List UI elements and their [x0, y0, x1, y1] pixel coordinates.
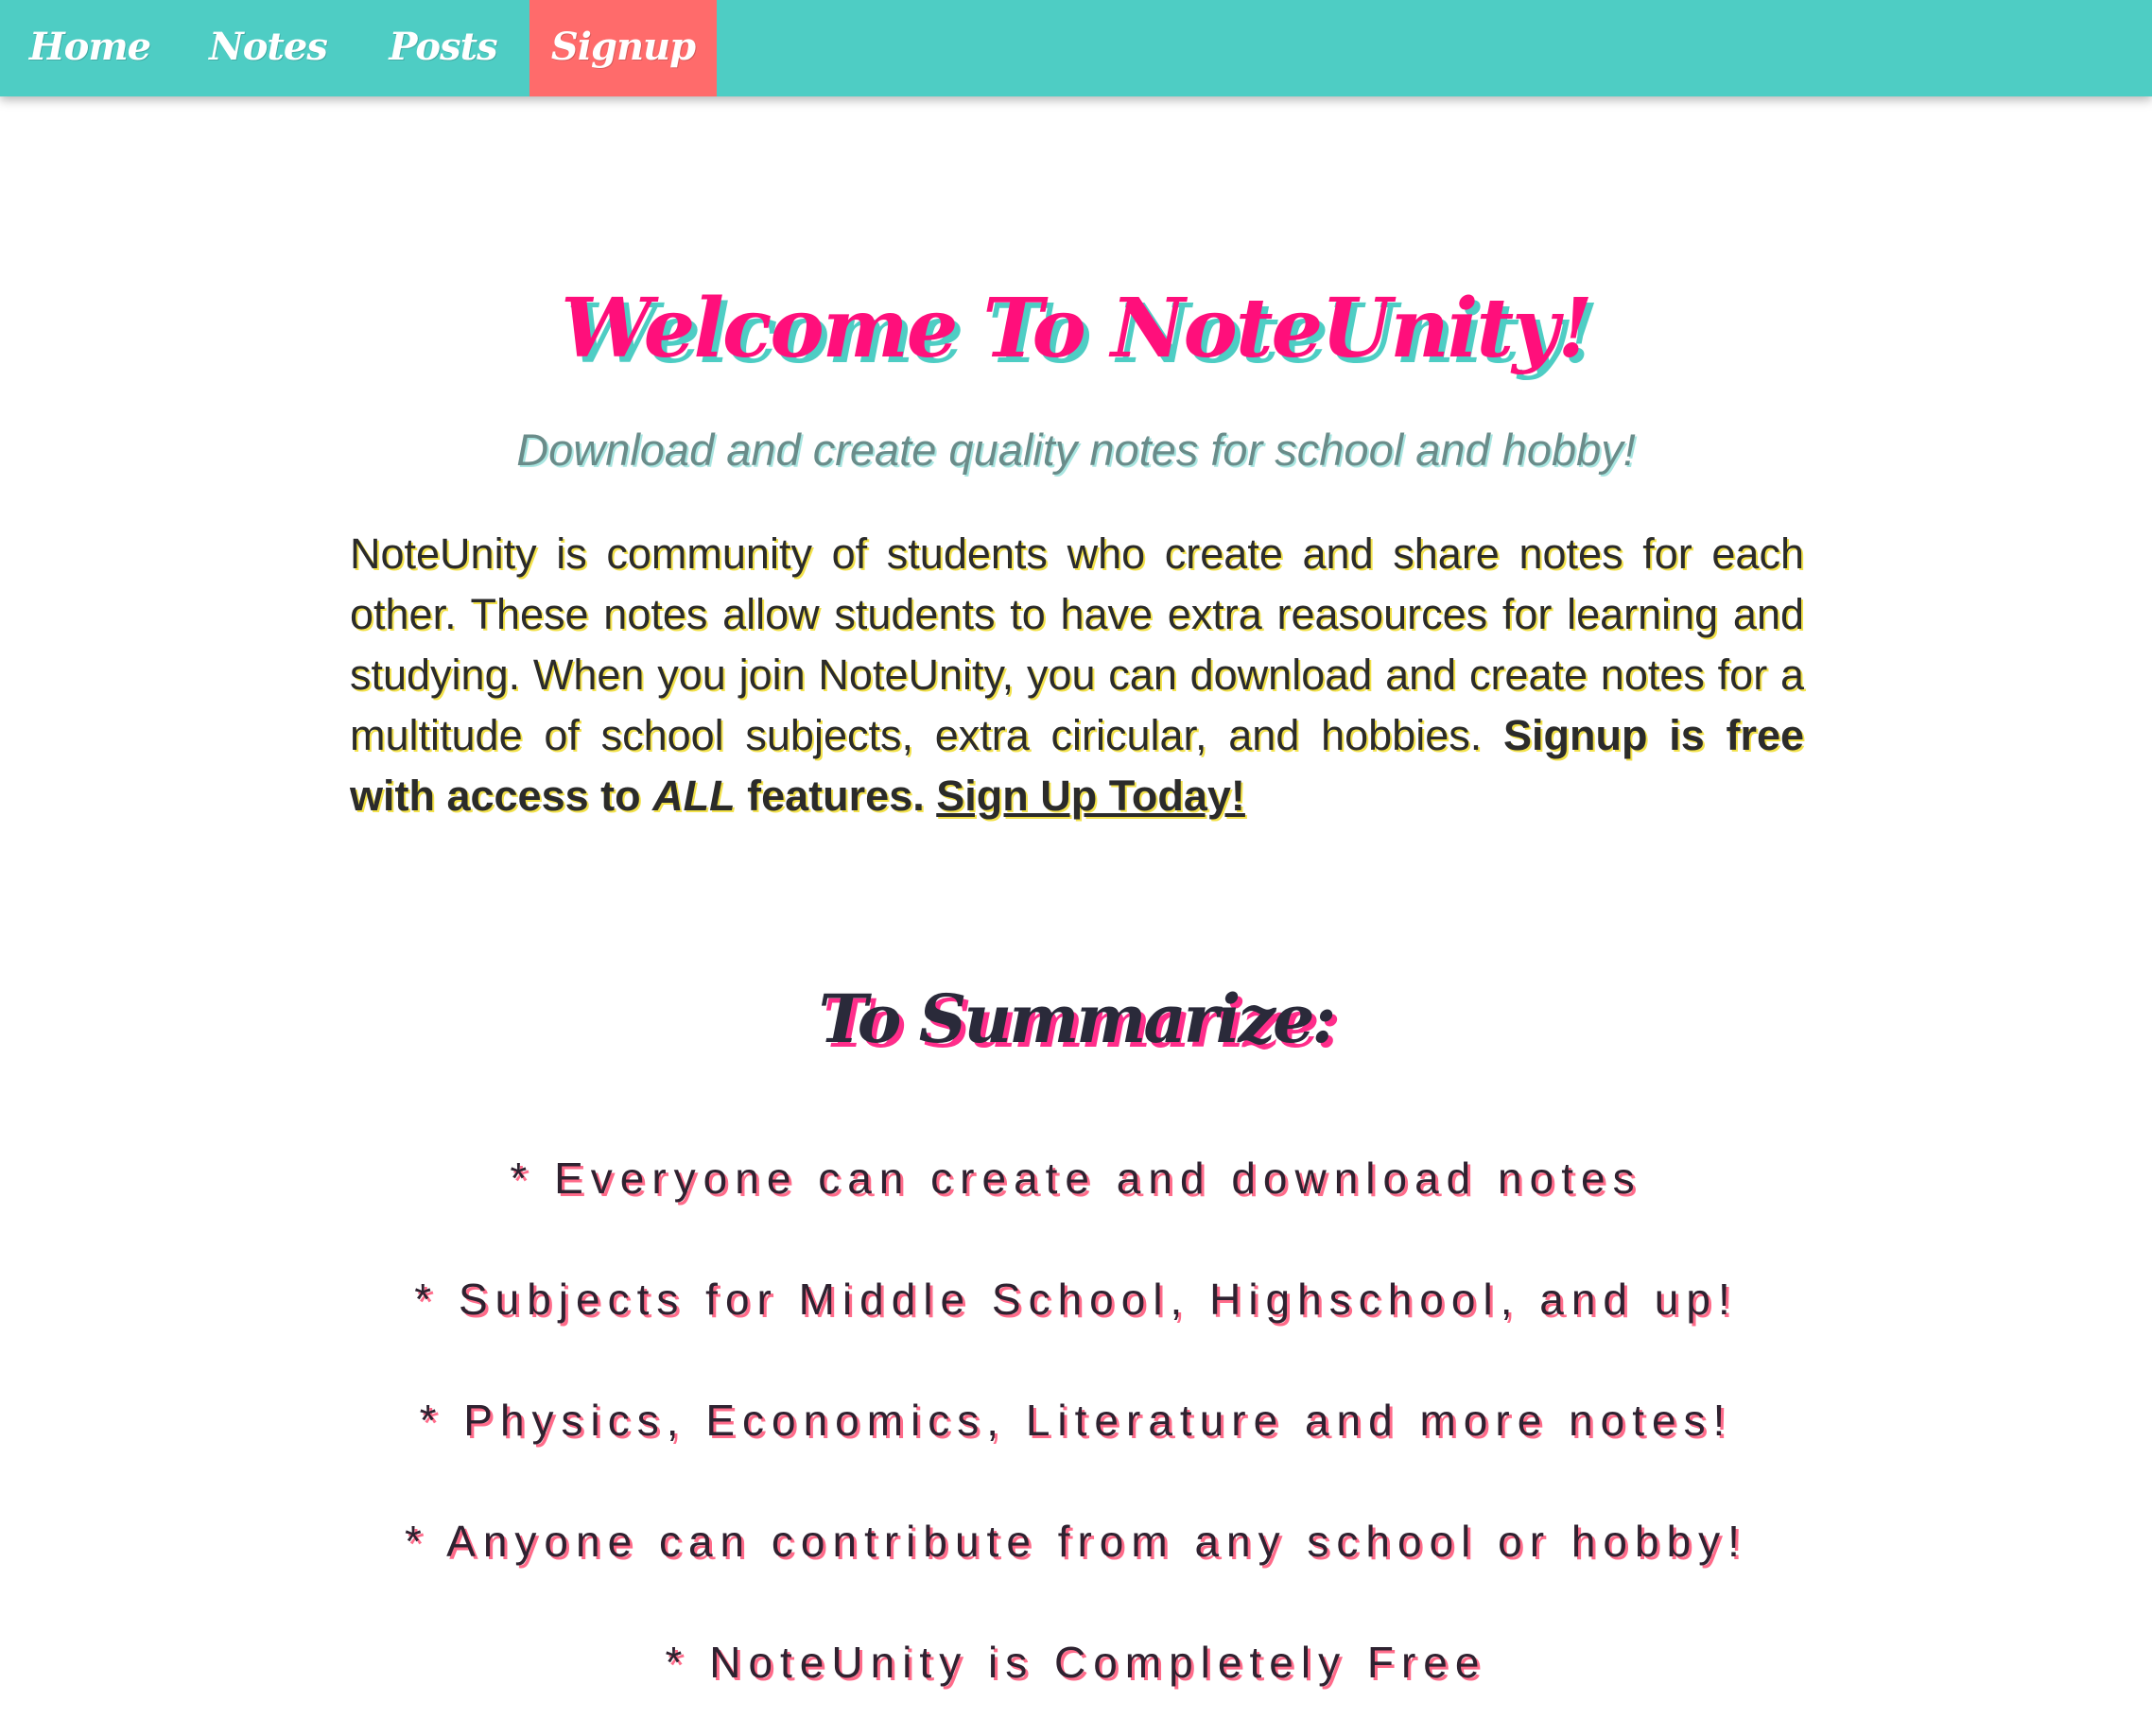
summary-list: * Everyone can create and download notes…	[0, 1131, 2152, 1736]
summary-item: * Subjects for Middle School, Highschool…	[414, 1275, 1738, 1324]
intro-bold-emphasis: ALL	[652, 772, 736, 820]
top-navbar: Home Notes Posts Signup	[0, 0, 2152, 96]
intro-paragraph: NoteUnity is community of students who c…	[350, 524, 1804, 826]
nav-item-home[interactable]: Home	[0, 0, 180, 96]
summary-item: * Everyone can create and download notes	[510, 1154, 1642, 1203]
sign-up-link[interactable]: Sign Up Today!	[936, 772, 1245, 820]
summary-item: * Anyone can contribute from any school …	[405, 1517, 1747, 1566]
summary-item: * Physics, Economics, Literature and mor…	[419, 1396, 1733, 1445]
summary-heading: To Summarize:	[818, 980, 1337, 1058]
page-title: Welcome To NoteUnity!	[561, 281, 1593, 376]
page-subtitle: Download and create quality notes for sc…	[516, 425, 1636, 475]
nav-item-posts[interactable]: Posts	[356, 0, 529, 96]
nav-item-notes[interactable]: Notes	[180, 0, 356, 96]
intro-bold-tail: features.	[747, 772, 925, 820]
nav-item-signup[interactable]: Signup	[529, 0, 717, 96]
summary-item: * NoteUnity is Completely Free	[665, 1638, 1487, 1687]
